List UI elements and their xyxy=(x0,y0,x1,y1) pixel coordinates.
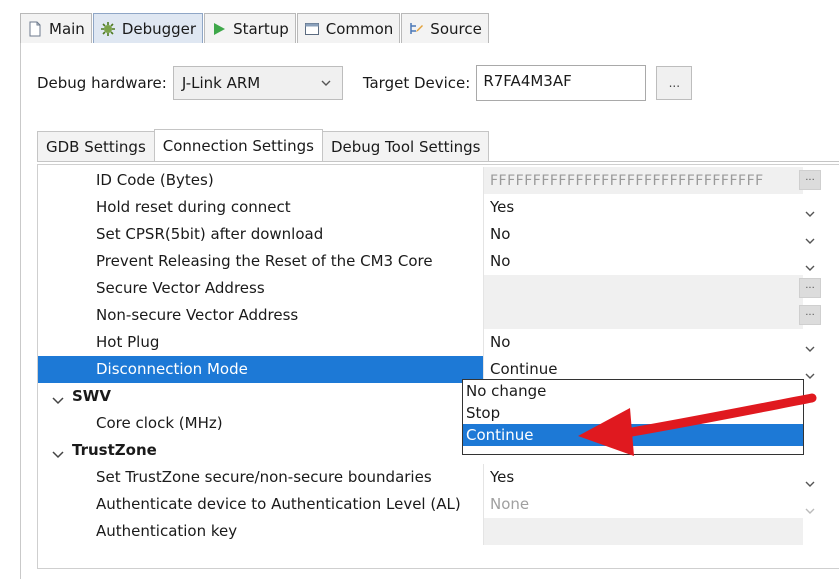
chevron-down-icon xyxy=(320,75,332,93)
auth-level-select[interactable]: None xyxy=(483,491,815,518)
chevron-down-icon[interactable] xyxy=(52,392,64,410)
row-name: Set CPSR(5bit) after download xyxy=(96,225,324,243)
tab-startup[interactable]: Startup xyxy=(204,13,296,43)
table-row-tz-boundaries[interactable]: Set TrustZone secure/non-secure boundari… xyxy=(38,464,824,491)
tab-source[interactable]: Source xyxy=(401,13,489,43)
bug-gear-icon xyxy=(100,21,116,37)
debug-hardware-label: Debug hardware: xyxy=(37,74,167,92)
debug-hardware-row: Debug hardware: J-Link ARM Target Device… xyxy=(37,63,693,103)
document-icon xyxy=(27,21,43,37)
settings-tabs-divider xyxy=(37,161,839,162)
table-row-prevent-release[interactable]: Prevent Releasing the Reset of the CM3 C… xyxy=(38,248,824,275)
prevent-release-select[interactable]: No xyxy=(483,248,815,275)
tab-debug-tool-settings-label: Debug Tool Settings xyxy=(330,137,481,156)
group-name: SWV xyxy=(72,387,111,405)
tab-gdb-settings-label: GDB Settings xyxy=(46,137,146,156)
id-code-browse-button[interactable]: ... xyxy=(799,170,821,190)
tab-connection-settings-label: Connection Settings xyxy=(162,136,314,155)
row-name: Hold reset during connect xyxy=(96,198,291,216)
tab-debugger-label: Debugger xyxy=(121,19,197,38)
row-name: Authentication key xyxy=(96,522,238,540)
chevron-down-icon[interactable] xyxy=(52,446,64,464)
auth-level-value: None xyxy=(490,495,530,513)
tab-gdb-settings[interactable]: GDB Settings xyxy=(37,131,155,161)
settings-tabs: GDB Settings Connection Settings Debug T… xyxy=(37,129,490,161)
nonsecure-vector-browse-button[interactable]: ... xyxy=(799,305,821,325)
row-name: Disconnection Mode xyxy=(96,356,248,383)
secure-vector-browse-button[interactable]: ... xyxy=(799,278,821,298)
row-name: Hot Plug xyxy=(96,333,160,351)
tab-source-label: Source xyxy=(430,19,482,38)
row-name: Prevent Releasing the Reset of the CM3 C… xyxy=(96,252,433,270)
disconnection-mode-value: Continue xyxy=(490,360,558,378)
group-name: TrustZone xyxy=(72,441,157,459)
hot-plug-value: No xyxy=(490,333,511,351)
row-name: Non-secure Vector Address xyxy=(96,306,299,324)
tz-boundaries-value: Yes xyxy=(490,468,515,486)
table-row-hot-plug[interactable]: Hot Plug No xyxy=(38,329,824,356)
tab-debugger[interactable]: Debugger xyxy=(92,13,204,43)
target-device-label: Target Device: xyxy=(362,74,471,92)
set-cpsr-select[interactable]: No xyxy=(483,221,815,248)
window-icon xyxy=(304,21,320,37)
id-code-value: FFFFFFFFFFFFFFFFFFFFFFFFFFFFFFFF xyxy=(490,173,764,189)
tab-common[interactable]: Common xyxy=(296,13,401,43)
tab-debug-tool-settings[interactable]: Debug Tool Settings xyxy=(321,131,490,161)
tab-common-label: Common xyxy=(325,19,394,38)
hold-reset-select[interactable]: Yes xyxy=(483,194,815,221)
target-device-value: R7FA4M3AF xyxy=(483,72,572,90)
table-row-id-code[interactable]: ID Code (Bytes) FFFFFFFFFFFFFFFFFFFFFFFF… xyxy=(38,167,824,194)
table-row-hold-reset[interactable]: Hold reset during connect Yes xyxy=(38,194,824,221)
connection-settings-table: ID Code (Bytes) FFFFFFFFFFFFFFFFFFFFFFFF… xyxy=(37,164,839,569)
red-arrow-annotation xyxy=(578,393,817,456)
hot-plug-select[interactable]: No xyxy=(483,329,815,356)
table-row-secure-vector[interactable]: Secure Vector Address ... xyxy=(38,275,824,302)
row-name: Secure Vector Address xyxy=(96,279,265,297)
tab-startup-label: Startup xyxy=(233,19,289,38)
launch-config-tabs: Main Debugger Startup Common Source xyxy=(20,13,490,43)
hold-reset-value: Yes xyxy=(490,198,515,216)
tz-boundaries-select[interactable]: Yes xyxy=(483,464,815,491)
tab-connection-settings[interactable]: Connection Settings xyxy=(153,129,323,161)
id-code-field[interactable]: FFFFFFFFFFFFFFFFFFFFFFFFFFFFFFFF ... xyxy=(483,167,821,194)
set-cpsr-value: No xyxy=(490,225,511,243)
auth-key-field[interactable] xyxy=(483,518,803,545)
browse-button-label: ... xyxy=(668,76,681,90)
tab-main-label: Main xyxy=(49,19,85,38)
target-device-browse-button[interactable]: ... xyxy=(656,66,693,100)
debugger-panel: Debug hardware: J-Link ARM Target Device… xyxy=(20,43,839,579)
row-name: Set TrustZone secure/non-secure boundari… xyxy=(96,468,432,486)
tab-main[interactable]: Main xyxy=(20,13,92,43)
target-device-input[interactable]: R7FA4M3AF xyxy=(476,65,647,101)
prevent-release-value: No xyxy=(490,252,511,270)
row-name: Authenticate device to Authentication Le… xyxy=(96,495,461,513)
source-lookup-icon xyxy=(408,21,424,37)
debug-hardware-value: J-Link ARM xyxy=(181,74,261,92)
table-row-nonsecure-vector[interactable]: Non-secure Vector Address ... xyxy=(38,302,824,329)
row-name: ID Code (Bytes) xyxy=(96,171,214,189)
debug-hardware-select[interactable]: J-Link ARM xyxy=(172,66,343,100)
table-row-set-cpsr[interactable]: Set CPSR(5bit) after download No xyxy=(38,221,824,248)
table-row-auth-level[interactable]: Authenticate device to Authentication Le… xyxy=(38,491,824,518)
table-row-auth-key[interactable]: Authentication key xyxy=(38,518,824,545)
nonsecure-vector-field[interactable]: ... xyxy=(483,302,821,329)
secure-vector-field[interactable]: ... xyxy=(483,275,821,302)
play-icon xyxy=(211,21,227,37)
row-name: Core clock (MHz) xyxy=(96,414,223,432)
